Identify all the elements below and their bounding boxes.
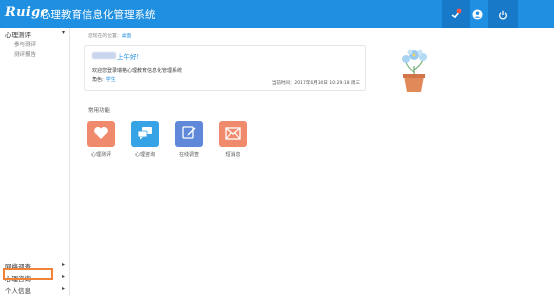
- chevron-right-icon[interactable]: ▸: [62, 261, 65, 268]
- function-label: 心理咨询: [134, 152, 155, 158]
- function-psych-test[interactable]: 心理测评: [86, 121, 116, 158]
- function-messages[interactable]: 短消息: [218, 121, 248, 158]
- greeting: 上午好!: [117, 53, 140, 61]
- plant-illustration: [396, 46, 432, 94]
- highlight-box: [3, 268, 53, 280]
- user-icon: [471, 5, 483, 24]
- power-icon: [498, 5, 508, 24]
- role-value: 学生: [105, 77, 116, 83]
- mail-icon: [225, 125, 241, 144]
- current-time: 当前时间：2017年6月30日 10:29:18 周三: [272, 80, 360, 86]
- top-bar: Ruige 心理教育信息化管理系统: [0, 0, 554, 28]
- notification-icon: [450, 5, 462, 24]
- function-counseling[interactable]: 心理咨询: [130, 121, 160, 158]
- breadcrumb: 您现在的位置：桌面: [88, 32, 131, 39]
- chevron-down-icon[interactable]: ▾: [62, 29, 65, 36]
- chevron-right-icon[interactable]: ▸: [62, 285, 65, 292]
- function-tile[interactable]: [131, 121, 159, 147]
- app-title: 心理教育信息化管理系统: [40, 9, 156, 21]
- logout-button[interactable]: [488, 0, 518, 28]
- welcome-card: 上午好! 欢迎您登录瑞格心理教育信息化管理系统 角色: 学生 当前时间：2017年…: [84, 45, 366, 91]
- sidebar-item-psych-test[interactable]: 心理测评: [5, 29, 31, 39]
- time-value: 2017年6月30日 10:29:18 周三: [294, 81, 360, 86]
- function-online-survey[interactable]: 在线调查: [174, 121, 204, 158]
- role-label: 角色:: [92, 77, 104, 83]
- heart-icon: [93, 125, 109, 144]
- function-tile[interactable]: [219, 121, 247, 147]
- time-label: 当前时间：: [271, 81, 295, 86]
- breadcrumb-prefix: 您现在的位置：: [88, 34, 122, 39]
- function-tile[interactable]: [87, 121, 115, 147]
- role-line: 角色: 学生: [92, 76, 116, 83]
- sidebar-item-profile[interactable]: 个人信息: [5, 285, 31, 295]
- section-title: 常用功能: [88, 108, 111, 114]
- sidebar-subitem-take-test[interactable]: 参与测评: [14, 40, 36, 48]
- breadcrumb-current[interactable]: 桌面: [122, 34, 132, 39]
- function-label: 短消息: [225, 152, 241, 158]
- function-label: 心理测评: [90, 152, 111, 158]
- sidebar: 心理测评 ▾ 参与测评 测评报告 网络调查 ▸ 心理咨询 ▸ 个人信息 ▸: [0, 28, 70, 296]
- chevron-right-icon[interactable]: ▸: [62, 273, 65, 280]
- function-tile[interactable]: [175, 121, 203, 147]
- chat-icon: [137, 125, 153, 144]
- blurred-username: [92, 52, 116, 59]
- edit-icon: [181, 124, 197, 144]
- function-label: 在线调查: [178, 152, 199, 158]
- sidebar-subitem-test-report[interactable]: 测评报告: [14, 50, 36, 58]
- welcome-message: 欢迎您登录瑞格心理教育信息化管理系统: [92, 68, 183, 74]
